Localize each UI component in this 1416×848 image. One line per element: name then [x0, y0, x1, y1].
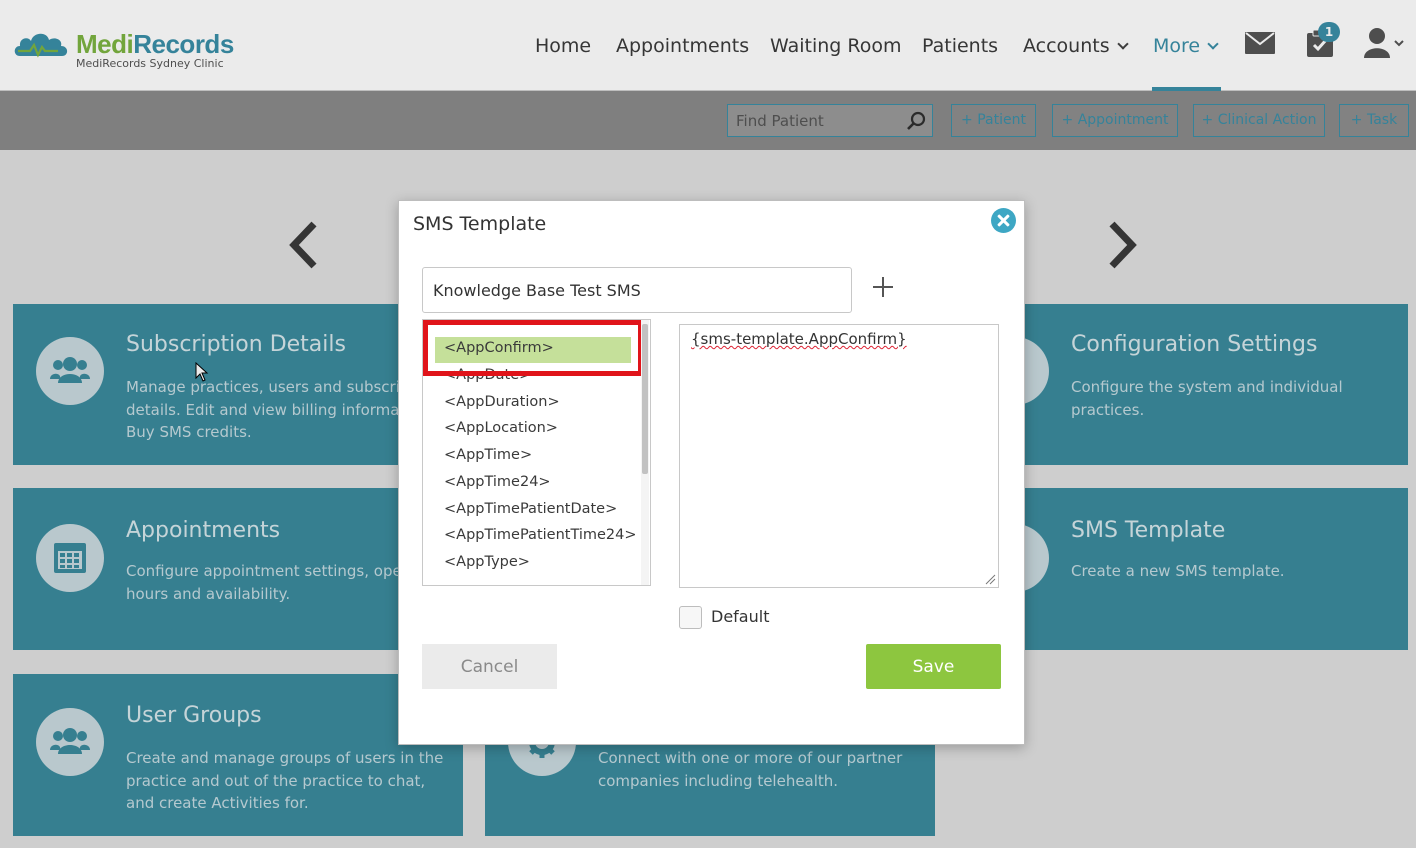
- tag-item[interactable]: <AppTimePatientTime24>: [444, 527, 637, 543]
- tag-list-scrollbar[interactable]: [641, 320, 649, 585]
- default-label: Default: [711, 607, 770, 626]
- annotation-highlight-box: [423, 320, 643, 376]
- tag-item[interactable]: <AppType>: [444, 554, 530, 570]
- merge-tag-list: <AppConfirm> <AppDate> <AppDuration> <Ap…: [422, 319, 651, 586]
- resize-grip-icon[interactable]: [985, 574, 996, 585]
- tag-item[interactable]: <AppTime24>: [444, 474, 551, 490]
- sms-body-textarea[interactable]: {sms-template.AppConfirm}: [679, 324, 999, 588]
- sms-body-text: {sms-template.AppConfirm}: [691, 330, 907, 348]
- close-icon[interactable]: [991, 208, 1016, 233]
- default-checkbox[interactable]: [679, 606, 702, 629]
- tag-item[interactable]: <AppTimePatientDate>: [444, 501, 617, 517]
- add-template-icon[interactable]: [873, 277, 893, 297]
- cancel-button[interactable]: Cancel: [422, 644, 557, 689]
- tag-item[interactable]: <AppTime>: [444, 447, 532, 463]
- save-button[interactable]: Save: [866, 644, 1001, 689]
- dialog-title: SMS Template: [413, 213, 547, 235]
- tag-item[interactable]: <AppDuration>: [444, 394, 560, 410]
- sms-template-dialog: SMS Template <AppConfirm> <AppDate> <App…: [398, 200, 1025, 745]
- template-name-input[interactable]: [422, 267, 852, 313]
- scrollbar-thumb[interactable]: [642, 324, 648, 474]
- tag-item[interactable]: <AppLocation>: [444, 420, 558, 436]
